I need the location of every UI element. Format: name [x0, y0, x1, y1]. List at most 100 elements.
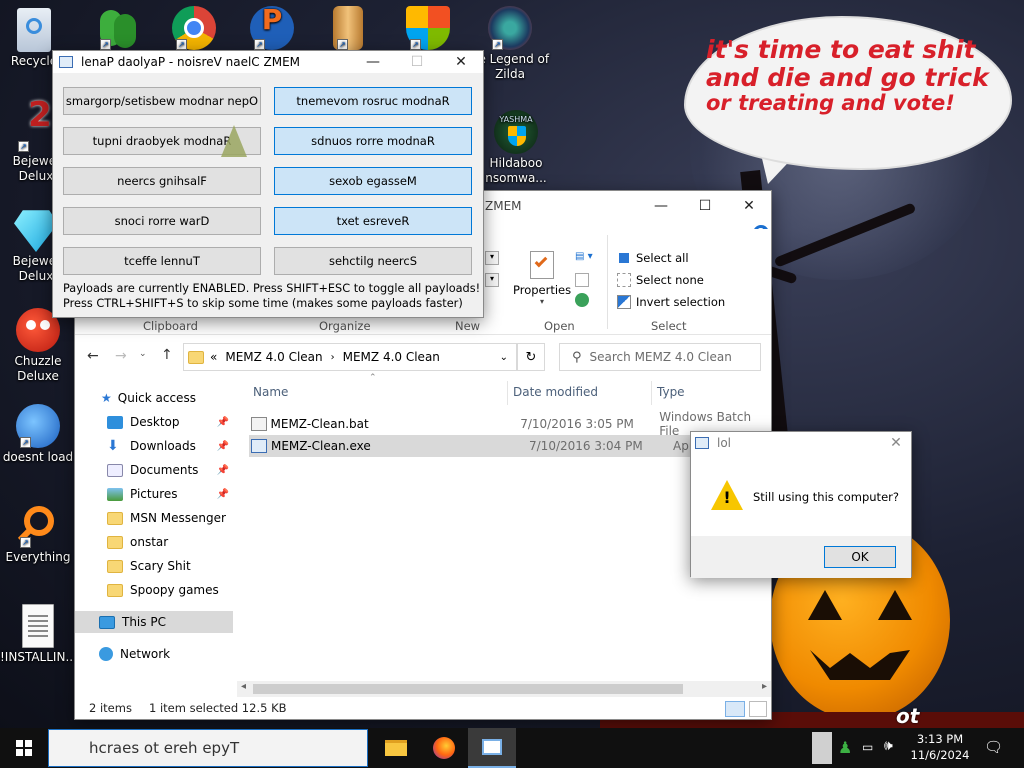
desktop-icon-chrome[interactable]: ↗: [156, 6, 232, 52]
desktop-icon-thunderbird[interactable]: ↗ doesnt load: [0, 404, 76, 465]
properties-button[interactable]: Properties ▾: [513, 249, 571, 306]
details-view-icon[interactable]: [725, 701, 745, 717]
taskbar-firefox[interactable]: [420, 728, 468, 768]
nav-item-pictures[interactable]: Pictures 📌: [75, 483, 233, 505]
volume-icon[interactable]: 🕪: [884, 738, 893, 754]
payload-button[interactable]: snoci rorre warD: [63, 207, 261, 235]
nav-network[interactable]: Network: [75, 643, 233, 665]
people-icon[interactable]: ♟: [838, 738, 852, 757]
nav-item-documents[interactable]: Documents 📌: [75, 459, 233, 481]
ribbon-dropdown[interactable]: ▾: [485, 273, 499, 287]
open-menu-icon[interactable]: ▤ ▾: [575, 251, 601, 265]
large-icons-view-icon[interactable]: [749, 701, 767, 717]
payload-button[interactable]: neercs gnihsalF: [63, 167, 261, 195]
desktop-icon-windows-shield[interactable]: ↗: [390, 6, 466, 52]
download-arrow-icon: ⬇: [107, 437, 119, 454]
network-tray-icon[interactable]: ▭: [862, 740, 873, 754]
invert-selection-button[interactable]: Invert selection: [617, 295, 725, 309]
desktop-icon-archive[interactable]: ↗: [310, 6, 386, 52]
payload-button-active[interactable]: sexob egasseM: [274, 167, 472, 195]
select-all-button[interactable]: Select all: [617, 251, 689, 265]
pin-icon: 📌: [216, 464, 229, 476]
taskbar-file-explorer[interactable]: [372, 728, 420, 768]
invert-selection-label: Invert selection: [636, 295, 726, 309]
nav-item-msn-messenger[interactable]: MSN Messenger: [75, 507, 233, 529]
speech-line: it's time to eat shit: [706, 35, 976, 64]
minimize-button[interactable]: —: [639, 195, 683, 217]
desktop-icon-hildaboo[interactable]: YASHMA Hildaboo nsomwa...: [476, 110, 556, 186]
clock-time[interactable]: 3:13 PM: [910, 732, 970, 746]
file-date: 7/10/2016 3:04 PM: [529, 439, 643, 453]
taskbar-search-box[interactable]: hcraes ot ereh epyT: [48, 729, 368, 767]
nav-this-pc[interactable]: This PC: [75, 611, 233, 633]
payload-button-active[interactable]: tnemevom rosruc modnaR: [274, 87, 472, 115]
breadcrumb-overflow[interactable]: «: [210, 350, 217, 364]
desktop-icon-msn[interactable]: ↗: [80, 6, 156, 52]
notifications-icon[interactable]: 🗨: [984, 738, 1003, 756]
nav-item-downloads[interactable]: ⬇ Downloads 📌: [75, 435, 233, 457]
chevron-down-icon[interactable]: ⌄: [500, 352, 508, 363]
scroll-right-icon[interactable]: ▸: [762, 681, 767, 692]
memz-titlebar[interactable]: lenaP daolyaP - noisreV naelC ZMEM — ☐ ✕: [53, 51, 483, 73]
payload-button-active[interactable]: txet esreveR: [274, 207, 472, 235]
payload-button-active[interactable]: sdnuos rorre modnaR: [274, 127, 472, 155]
taskbar-memz-app[interactable]: [468, 728, 516, 768]
status-line: Press CTRL+SHIFT+S to skip some time (ma…: [63, 297, 463, 310]
history-icon[interactable]: [575, 293, 589, 307]
desktop-icon: [107, 415, 123, 429]
scroll-left-icon[interactable]: ◂: [241, 681, 246, 692]
wallpaper-corner-text: ot: [896, 704, 920, 728]
lol-titlebar[interactable]: lol ✕: [691, 432, 911, 454]
maximize-button[interactable]: ☐: [683, 195, 727, 217]
start-button[interactable]: [0, 728, 48, 768]
shortcut-arrow-icon: ↗: [410, 39, 421, 50]
forward-arrow-icon[interactable]: →: [115, 348, 127, 364]
column-header-type[interactable]: Type: [657, 385, 685, 399]
breadcrumb-item[interactable]: MEMZ 4.0 Clean: [225, 350, 322, 364]
back-arrow-icon[interactable]: ←: [87, 348, 99, 364]
clock-date[interactable]: 11/6/2024: [910, 748, 970, 762]
file-name: MEMZ-Clean.exe: [271, 439, 371, 453]
column-header-date[interactable]: Date modified: [513, 385, 598, 399]
payload-button[interactable]: smargorp/setisbew modnar nepO: [63, 87, 261, 115]
select-none-button[interactable]: Select none: [617, 273, 704, 287]
maximize-button[interactable]: ☐: [395, 51, 439, 73]
nav-item-spoopy-games[interactable]: Spoopy games: [75, 579, 233, 601]
payload-button[interactable]: tceffe lennuT: [63, 247, 261, 275]
desktop-icon-everything[interactable]: ↗ Everything: [0, 504, 76, 565]
payload-button[interactable]: sehctilg neercS: [274, 247, 472, 275]
memz-payload-window[interactable]: lenaP daolyaP - noisreV naelC ZMEM — ☐ ✕…: [52, 50, 484, 318]
ribbon-dropdown[interactable]: ▾: [485, 251, 499, 265]
nav-item-onstar[interactable]: onstar: [75, 531, 233, 553]
network-icon: [99, 647, 113, 661]
desktop-icon-p-app[interactable]: P ↗: [234, 6, 310, 52]
close-button[interactable]: ✕: [439, 51, 483, 73]
column-header-name[interactable]: Name: [253, 385, 288, 399]
ribbon-group-organize: Organize: [319, 319, 371, 333]
ribbon-group-clipboard: Clipboard: [143, 319, 198, 333]
nav-label: Quick access: [117, 391, 196, 405]
recent-locations-icon[interactable]: ⌄: [139, 349, 147, 359]
desktop-icon-installin[interactable]: !INSTALLIN...: [0, 604, 77, 665]
breadcrumb-item[interactable]: MEMZ 4.0 Clean: [343, 350, 440, 364]
up-arrow-icon[interactable]: ↑: [161, 347, 173, 363]
desktop-icon-chuzzle[interactable]: Chuzzle Deluxe: [0, 308, 76, 384]
show-desktop-sliver[interactable]: [812, 732, 832, 764]
sort-chevron-icon: ⌃: [369, 373, 377, 383]
edit-icon[interactable]: [575, 273, 589, 287]
horizontal-scrollbar[interactable]: ◂ ▸: [237, 681, 771, 697]
close-button[interactable]: ✕: [881, 432, 911, 454]
refresh-button[interactable]: ↻: [517, 343, 545, 371]
scrollbar-thumb[interactable]: [253, 684, 683, 694]
nav-item-desktop[interactable]: Desktop 📌: [75, 411, 233, 433]
nav-label: Documents: [130, 463, 199, 477]
search-box[interactable]: ⚲ Search MEMZ 4.0 Clean: [559, 343, 761, 371]
lol-message-box[interactable]: lol ✕ ! Still using this computer? OK: [690, 431, 912, 578]
shortcut-arrow-icon: ↗: [18, 141, 29, 152]
address-bar[interactable]: « MEMZ 4.0 Clean › MEMZ 4.0 Clean ⌄: [183, 343, 517, 371]
nav-quick-access[interactable]: ★ Quick access: [75, 387, 233, 409]
close-button[interactable]: ✕: [727, 195, 771, 217]
minimize-button[interactable]: —: [351, 51, 395, 73]
ok-button[interactable]: OK: [824, 546, 896, 568]
nav-item-scary-shit[interactable]: Scary Shit: [75, 555, 233, 577]
